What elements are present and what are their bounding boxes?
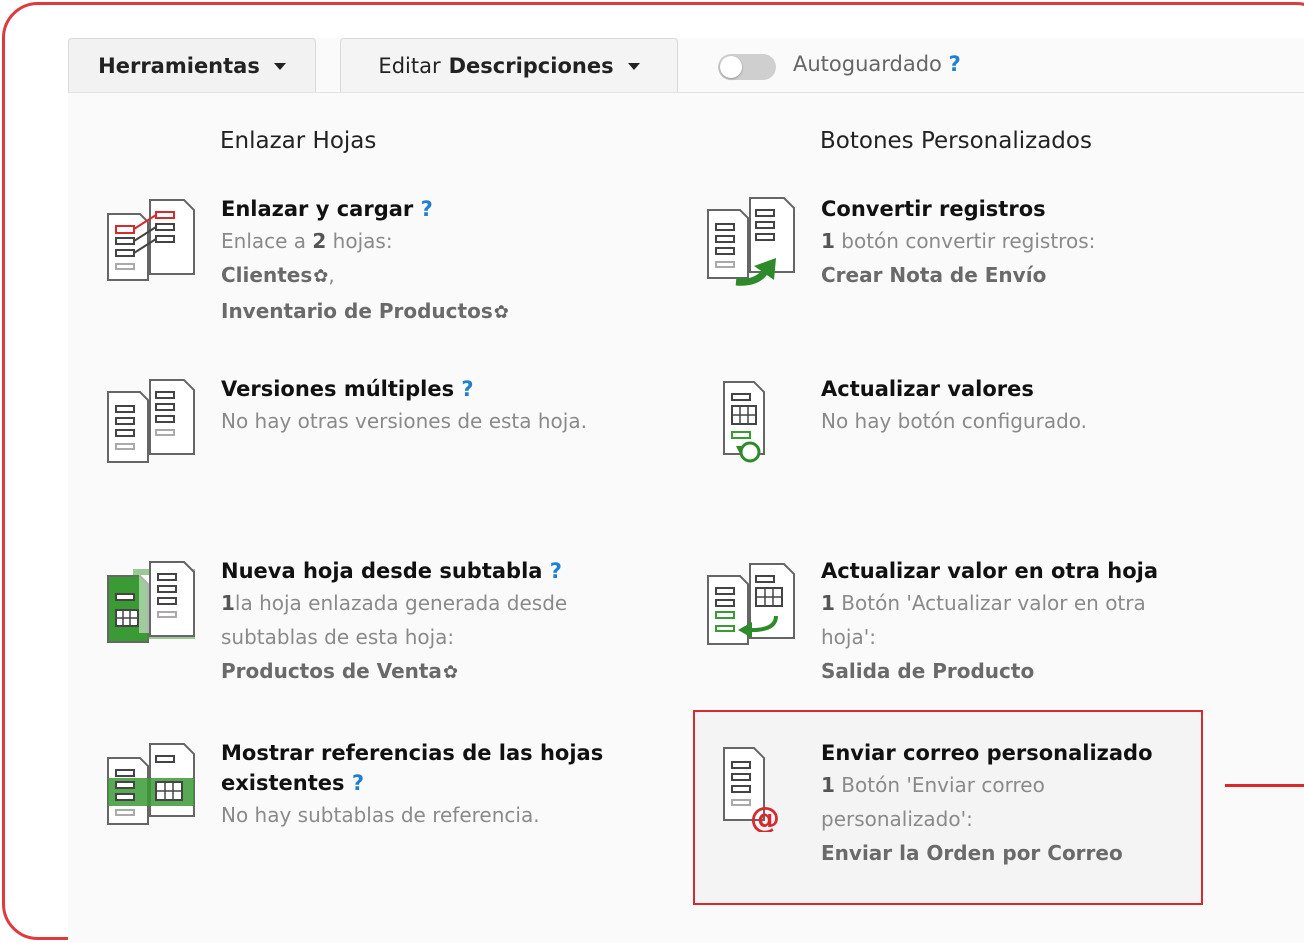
chevron-down-icon	[273, 63, 286, 70]
item-title[interactable]: Nueva hoja desde subtabla ?	[221, 556, 681, 586]
chevron-down-icon	[627, 63, 640, 70]
send-email-icon: @	[723, 747, 780, 832]
button-salida-producto[interactable]: Salida de Producto	[821, 654, 1281, 688]
item-desc-2: personalizado':	[821, 807, 973, 831]
linked-sheet-inventario[interactable]: Inventario de Productos✿	[221, 294, 681, 330]
toggle-knob	[720, 56, 742, 78]
item-desc: No hay subtablas de referencia.	[221, 803, 540, 827]
item-desc-2: subtablas de esta hoja:	[221, 625, 455, 649]
button-enviar-orden[interactable]: Enviar la Orden por Correo	[821, 836, 1281, 870]
linked-sheet-productos-venta[interactable]: Productos de Venta✿	[221, 654, 681, 690]
convert-records-icon	[707, 197, 795, 286]
toolbar-divider	[68, 92, 1304, 93]
autosave-toggle[interactable]	[718, 54, 776, 80]
help-icon[interactable]: ?	[550, 559, 562, 583]
show-references-icon	[107, 743, 195, 825]
item-desc: 1 Botón 'Actualizar valor en otra	[821, 591, 1146, 615]
item-desc: No hay otras versiones de esta hoja.	[221, 409, 587, 433]
update-other-sheet-icon	[707, 563, 795, 645]
edit-descriptions-button[interactable]: Editar Descripciones	[340, 38, 678, 92]
link-and-load-item: Enlazar y cargar ? Enlace a 2 hojas: Cli…	[221, 194, 681, 330]
multiple-versions-item: Versiones múltiples ? No hay otras versi…	[221, 374, 681, 438]
convert-records-item: Convertir registros 1 botón convertir re…	[821, 194, 1281, 292]
send-email-item: Enviar correo personalizado 1 Botón 'Env…	[821, 738, 1281, 870]
link-sheets-heading: Enlazar Hojas	[220, 128, 377, 154]
help-icon[interactable]: ?	[421, 197, 433, 221]
item-desc-2: hoja':	[821, 625, 876, 649]
tools-label: Herramientas	[98, 53, 260, 78]
item-title[interactable]: Convertir registros	[821, 194, 1281, 224]
gear-icon[interactable]: ✿	[494, 296, 509, 330]
show-references-item: Mostrar referencias de las hojas existen…	[221, 738, 681, 832]
gear-icon[interactable]: ✿	[313, 260, 328, 294]
link-sheets-icon	[107, 199, 195, 281]
help-icon[interactable]: ?	[461, 377, 473, 401]
edit-prefix: Editar	[378, 53, 441, 78]
autosave-help-icon[interactable]: ?	[949, 52, 961, 76]
item-desc: 1 Botón 'Enviar correo	[821, 773, 1045, 797]
item-title-b[interactable]: existentes ?	[221, 768, 681, 798]
item-title[interactable]: Enviar correo personalizado	[821, 738, 1281, 768]
update-values-item: Actualizar valores No hay botón configur…	[821, 374, 1281, 438]
item-title[interactable]: Enlazar y cargar ?	[221, 194, 681, 224]
custom-buttons-heading: Botones Personalizados	[820, 128, 1092, 154]
item-desc: Enlace a 2 hojas:	[221, 229, 393, 253]
item-title[interactable]: Versiones múltiples ?	[221, 374, 681, 404]
item-desc: 1 botón convertir registros:	[821, 229, 1096, 253]
new-sheet-from-subtable-icon	[107, 561, 195, 643]
autosave-label: Autoguardado	[793, 52, 942, 76]
linked-sheet-clientes[interactable]: Clientes✿,	[221, 258, 681, 294]
multiple-versions-icon	[107, 379, 195, 463]
item-desc: No hay botón configurado.	[821, 409, 1088, 433]
edit-bold: Descripciones	[448, 53, 614, 78]
item-desc: 1la hoja enlazada generada desde	[221, 591, 568, 615]
update-other-sheet-item: Actualizar valor en otra hoja 1 Botón 'A…	[821, 556, 1281, 688]
autosave-label-wrap: Autoguardado ?	[793, 52, 961, 76]
tools-menu-button[interactable]: Herramientas	[68, 38, 316, 92]
update-values-icon	[723, 381, 765, 463]
item-title[interactable]: Actualizar valores	[821, 374, 1281, 404]
button-crear-nota[interactable]: Crear Nota de Envío	[821, 258, 1281, 292]
new-sheet-subtable-item: Nueva hoja desde subtabla ? 1la hoja enl…	[221, 556, 681, 690]
gear-icon[interactable]: ✿	[443, 656, 458, 690]
item-title[interactable]: Actualizar valor en otra hoja	[821, 556, 1281, 586]
svg-text:@: @	[750, 801, 780, 832]
help-icon[interactable]: ?	[352, 771, 364, 795]
item-title-a[interactable]: Mostrar referencias de las hojas	[221, 738, 681, 768]
